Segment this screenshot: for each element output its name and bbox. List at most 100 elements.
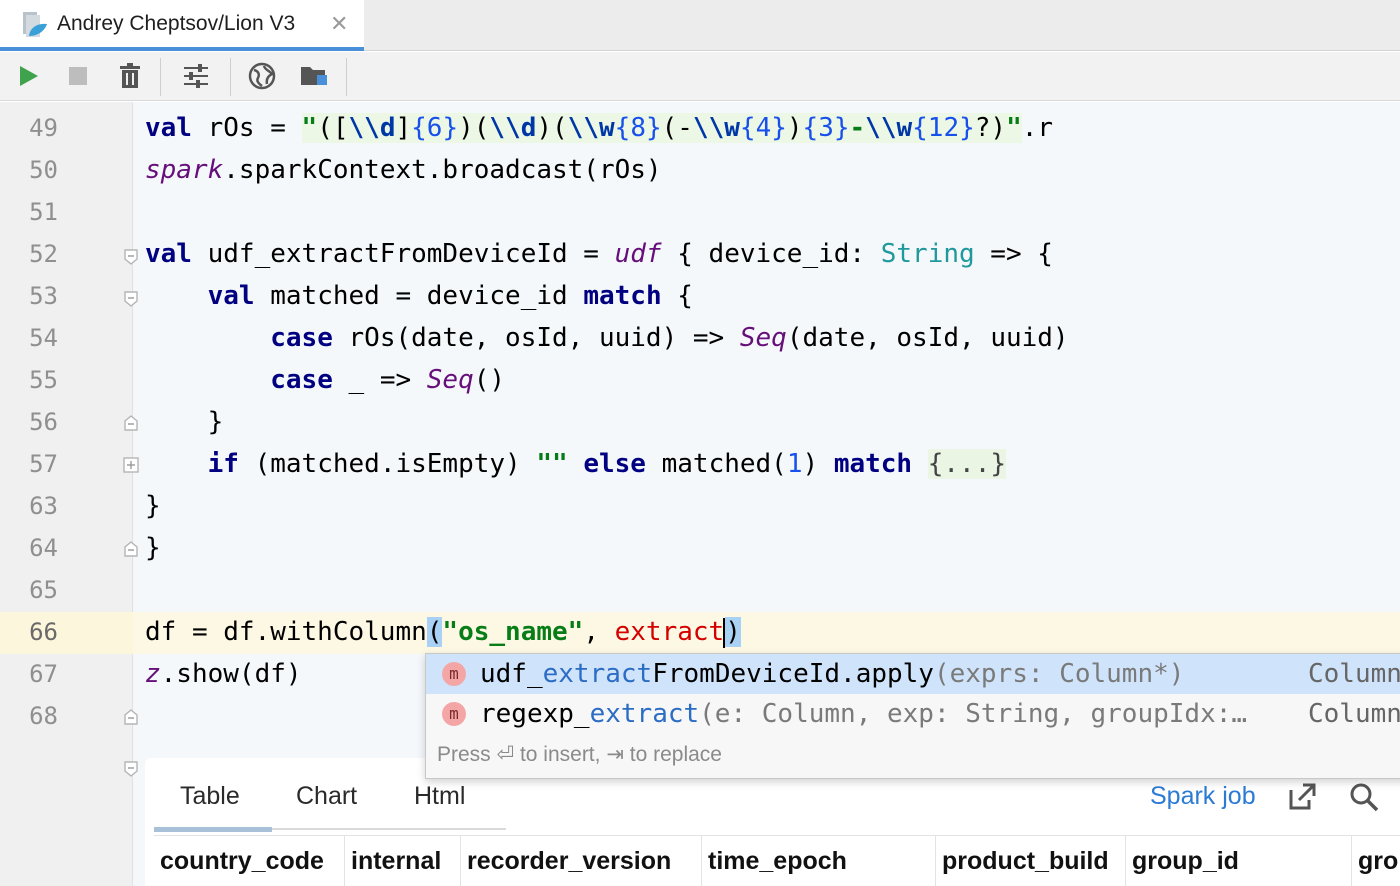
line-number: 63 [29, 492, 58, 520]
line-number: 56 [29, 408, 58, 436]
keyword: else [567, 449, 646, 479]
number-literal: 1 [786, 449, 803, 479]
search-icon[interactable] [1349, 782, 1379, 812]
tab-html[interactable]: Html [414, 782, 465, 811]
code-text: rOs = [191, 113, 302, 143]
code-text: matched( [645, 449, 787, 479]
settings-button[interactable] [180, 60, 212, 92]
line-number: 57 [29, 450, 58, 478]
code-text: ) [802, 449, 834, 479]
code-line-66: df = df.withColumn("os_name", extract) [145, 611, 741, 653]
keyword: val [145, 239, 192, 269]
completion-hint: Press ⏎ to insert, ⇥ to replace [437, 743, 722, 766]
folded-code-placeholder[interactable]: {...} [927, 449, 1007, 479]
completion-return-type: Column [1308, 699, 1400, 729]
keyword: val [145, 113, 192, 143]
line-number: 53 [29, 282, 58, 310]
code-text: udf_extractFromDeviceId = [191, 239, 615, 269]
trash-icon [120, 63, 140, 88]
line-number-current: 66 [29, 618, 58, 646]
line-number: 68 [29, 702, 58, 730]
code-text: matched = device_id [254, 281, 584, 311]
method-icon: m [442, 702, 466, 726]
keyword: case [270, 365, 333, 395]
code-line-67: z.show(df) [145, 653, 302, 695]
more-options-icon[interactable]: ⋮ [1396, 742, 1400, 768]
code-text: { [661, 281, 693, 311]
completion-match: extract [589, 699, 700, 729]
keyword: match [833, 449, 913, 479]
completion-signature: (e: Column, exp: String, groupIdx:… [699, 699, 1248, 729]
line-number: 49 [29, 114, 58, 142]
globe-icon [248, 62, 276, 90]
completion-signature: (exprs: Column*) [933, 659, 1185, 689]
notebook-toolbar [0, 52, 1400, 101]
code-line-55: case _ => Seq() [145, 359, 505, 401]
identifier: z [145, 659, 161, 689]
folder-icon [301, 67, 327, 85]
completion-match: extract [542, 659, 653, 689]
column-header[interactable]: country_code [154, 836, 345, 886]
web-button[interactable] [246, 60, 278, 92]
code-text: => { [974, 239, 1053, 269]
code-line-56: } [145, 407, 224, 437]
fold-close-icon[interactable] [122, 414, 140, 432]
line-number: 65 [29, 576, 58, 604]
completion-item-text: regexp_extract(e: Column, exp: String, g… [480, 699, 1248, 729]
close-icon[interactable]: ✕ [330, 11, 348, 37]
open-external-icon[interactable] [1287, 782, 1317, 812]
code-text: .sparkContext.broadcast(rOs) [223, 155, 662, 185]
tab-table[interactable]: Table [180, 782, 240, 811]
clear-output-button[interactable] [114, 60, 146, 92]
code-text: rOs(date, osId, uuid) => [332, 323, 740, 353]
keyword: if [207, 449, 239, 479]
fold-close-icon[interactable] [122, 708, 140, 726]
column-header[interactable]: recorder_version [461, 836, 702, 886]
column-header[interactable]: group_id [1126, 836, 1352, 886]
project-folder-button[interactable] [298, 60, 330, 92]
settings-sliders-icon [184, 64, 208, 88]
fold-expand-icon[interactable] [122, 456, 140, 474]
code-completion-popup: m udf_extractFromDeviceId.apply(exprs: C… [425, 653, 1400, 779]
completion-item[interactable]: m udf_extractFromDeviceId.apply(exprs: C… [426, 654, 1400, 694]
fold-open-icon[interactable] [122, 248, 140, 266]
tab-chart[interactable]: Chart [296, 782, 357, 811]
matched-paren: ( [426, 617, 443, 647]
column-header[interactable]: gro [1352, 836, 1400, 886]
matched-paren: ) [725, 617, 741, 647]
keyword: val [207, 281, 255, 311]
line-number: 51 [29, 198, 58, 226]
column-header[interactable]: time_epoch [702, 836, 936, 886]
fold-close-icon[interactable] [122, 540, 140, 558]
run-button[interactable] [12, 60, 44, 92]
line-number: 54 [29, 324, 58, 352]
code-line-57: if (matched.isEmpty) "" else matched(1) … [145, 443, 1007, 485]
fold-open-icon[interactable] [122, 760, 140, 778]
type-name: String [880, 239, 975, 269]
column-header[interactable]: internal [345, 836, 461, 886]
stop-button[interactable] [62, 60, 94, 92]
code-line-63: } [145, 491, 161, 521]
editor-tab-bar: Andrey Cheptsov/Lion V3 ✕ [0, 0, 1400, 51]
notebook-tab[interactable]: Andrey Cheptsov/Lion V3 ✕ [0, 0, 364, 51]
line-number: 52 [29, 240, 58, 268]
code-text: .r [1021, 113, 1054, 143]
code-text: () [473, 365, 506, 395]
code-text: , [583, 617, 615, 647]
code-text: (date, osId, uuid) [786, 323, 1069, 353]
toolbar-divider [230, 58, 231, 96]
code-line-49: val rOs = "([\\d]{6})(\\d)(\\w{8}(-\\w{4… [145, 107, 1053, 149]
completion-item[interactable]: m regexp_extract(e: Column, exp: String,… [426, 694, 1400, 734]
code-line-64: } [145, 533, 161, 563]
code-line-50: spark.sparkContext.broadcast(rOs) [145, 149, 662, 191]
spark-job-link[interactable]: Spark job [1150, 782, 1256, 811]
line-number: 67 [29, 660, 58, 688]
line-number: 50 [29, 156, 58, 184]
column-header[interactable]: product_build [936, 836, 1126, 886]
string-literal: "" [536, 449, 568, 479]
tab-title: Andrey Cheptsov/Lion V3 [57, 12, 296, 35]
stop-icon [69, 67, 87, 85]
regex-literal: "([\\d]{6})(\\d)(\\w{8}(-\\w{4}){3}-\\w{… [301, 113, 1022, 143]
keyword: case [270, 323, 333, 353]
fold-open-icon[interactable] [122, 290, 140, 308]
